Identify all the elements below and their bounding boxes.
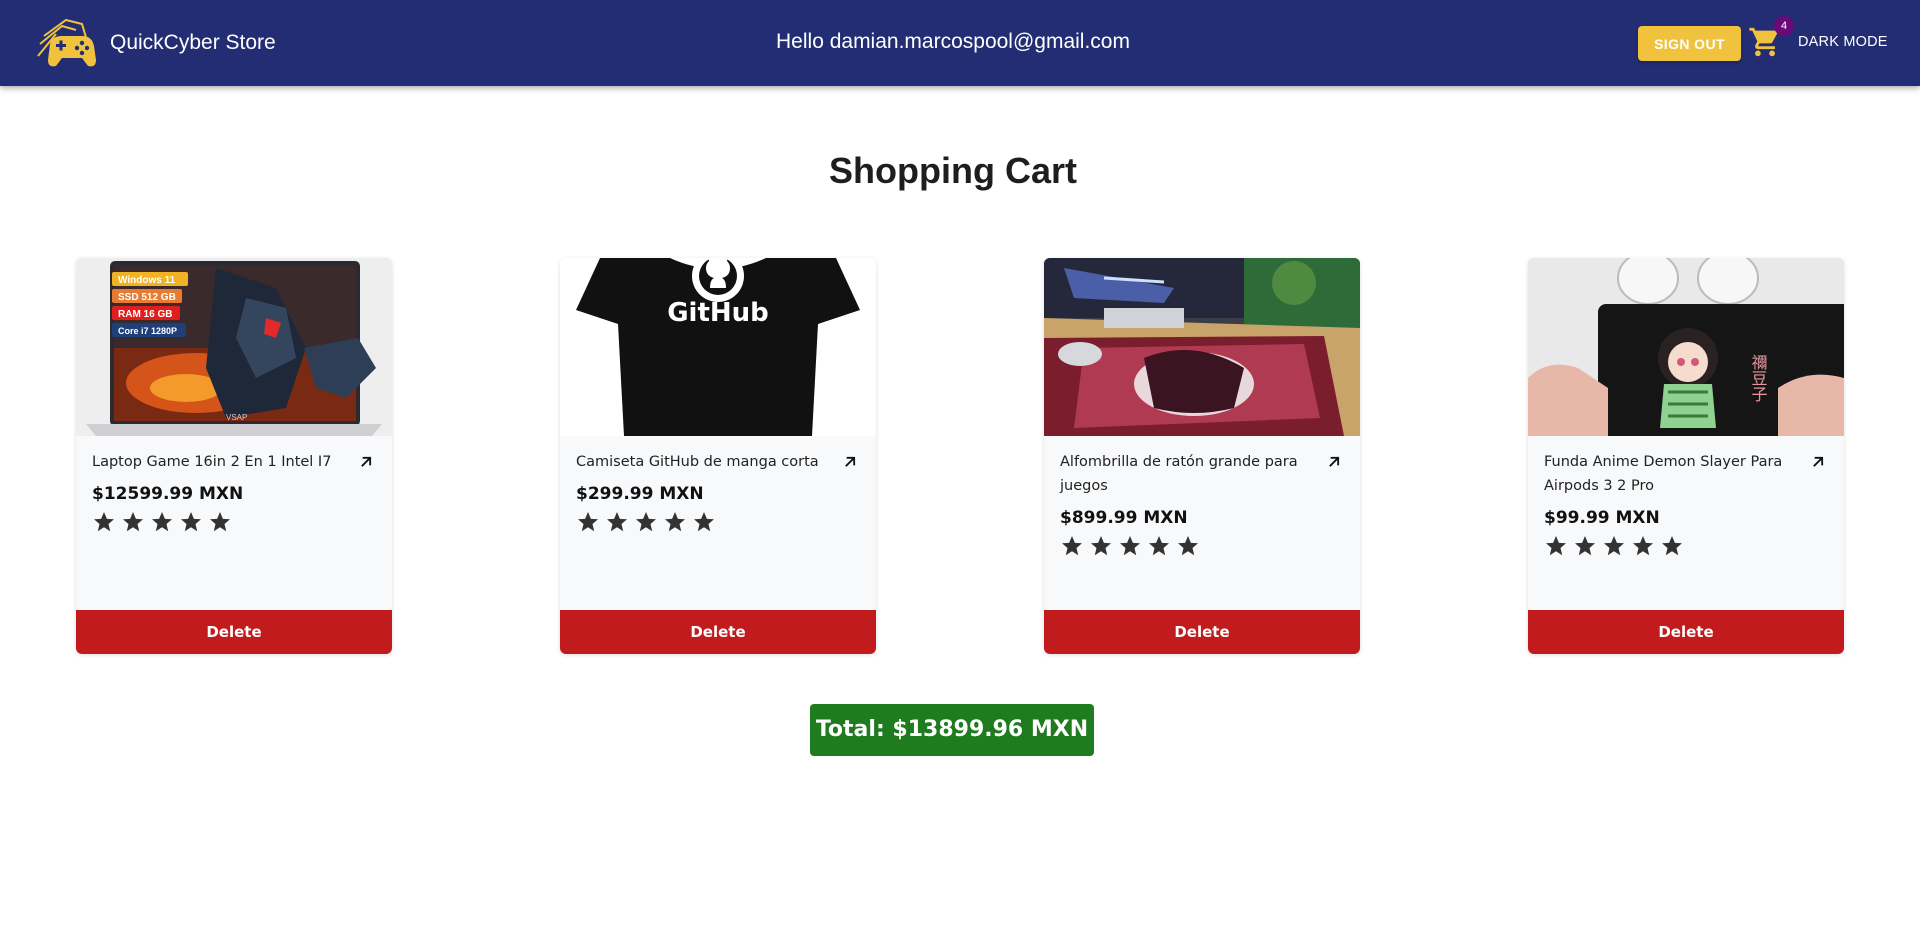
spec-label: Windows 11	[118, 275, 176, 286]
star-icon	[123, 512, 143, 532]
delete-button[interactable]: Delete	[76, 610, 392, 654]
star-icon	[1575, 536, 1595, 556]
open-link-icon[interactable]	[1324, 452, 1344, 472]
spec-label: RAM 16 GB	[118, 309, 172, 320]
product-price: $899.99 MXN	[1060, 508, 1188, 528]
star-icon	[1604, 536, 1624, 556]
product-name: Laptop Game 16in 2 En 1 Intel I7	[92, 454, 332, 470]
star-icon	[181, 512, 201, 532]
product-image: 禰豆子	[1528, 258, 1844, 436]
image-brand: GitHub	[667, 298, 769, 328]
image-brand: 禰豆子	[1749, 354, 1768, 402]
star-icon	[1633, 536, 1653, 556]
rating-stars	[1544, 534, 1684, 558]
product-price: $299.99 MXN	[576, 484, 704, 504]
spec-label: Core i7 1280P	[118, 326, 177, 336]
product-name: Camiseta GitHub de manga corta	[576, 454, 819, 470]
star-icon	[94, 512, 114, 532]
star-icon	[1120, 536, 1140, 556]
star-icon	[665, 512, 685, 532]
star-icon	[152, 512, 172, 532]
cart-total: Total: $13899.96 MXN	[810, 704, 1094, 756]
star-icon	[607, 512, 627, 532]
rating-stars	[576, 510, 716, 534]
product-image: Windows 11 SSD 512 GB RAM 16 GB Core i7 …	[76, 258, 392, 436]
star-icon	[1062, 536, 1082, 556]
star-icon	[694, 512, 714, 532]
dark-mode-toggle[interactable]: DARK MODE	[1798, 34, 1888, 50]
sign-out-button[interactable]: SIGN OUT	[1638, 26, 1741, 61]
image-brand: VSAP	[226, 413, 247, 422]
spec-label: SSD 512 GB	[118, 292, 176, 303]
delete-button[interactable]: Delete	[560, 610, 876, 654]
product-image	[1044, 258, 1360, 436]
product-name: Funda Anime Demon Slayer Para Airpods 3 …	[1544, 454, 1783, 494]
cart-item-card: 禰豆子 Funda Anime Demon Slayer Para Airpod…	[1528, 258, 1844, 654]
rating-stars	[1060, 534, 1200, 558]
product-name: Alfombrilla de ratón grande para juegos	[1060, 454, 1298, 494]
delete-button[interactable]: Delete	[1044, 610, 1360, 654]
open-link-icon[interactable]	[840, 452, 860, 472]
star-icon	[1149, 536, 1169, 556]
page-title: Shopping Cart	[829, 150, 1077, 191]
product-price: $12599.99 MXN	[92, 484, 244, 504]
product-image: GitHub	[560, 258, 876, 436]
cart-item-card: Windows 11 SSD 512 GB RAM 16 GB Core i7 …	[76, 258, 392, 654]
delete-button[interactable]: Delete	[1528, 610, 1844, 654]
star-icon	[1178, 536, 1198, 556]
cart-item-card: GitHub Camiseta GitHub de manga corta $2…	[560, 258, 876, 654]
star-icon	[210, 512, 230, 532]
star-icon	[1546, 536, 1566, 556]
cart-item-card: Alfombrilla de ratón grande para juegos …	[1044, 258, 1360, 654]
star-icon	[636, 512, 656, 532]
rating-stars	[92, 510, 232, 534]
star-icon	[578, 512, 598, 532]
open-link-icon[interactable]	[356, 452, 376, 472]
cart-count-badge: 4	[1774, 16, 1794, 36]
open-link-icon[interactable]	[1808, 452, 1828, 472]
product-price: $99.99 MXN	[1544, 508, 1660, 528]
app-header: QuickCyber Store Hello damian.marcospool…	[0, 0, 1920, 86]
star-icon	[1091, 536, 1111, 556]
user-greeting: Hello damian.marcospool@gmail.com	[776, 30, 1130, 53]
star-icon	[1662, 536, 1682, 556]
